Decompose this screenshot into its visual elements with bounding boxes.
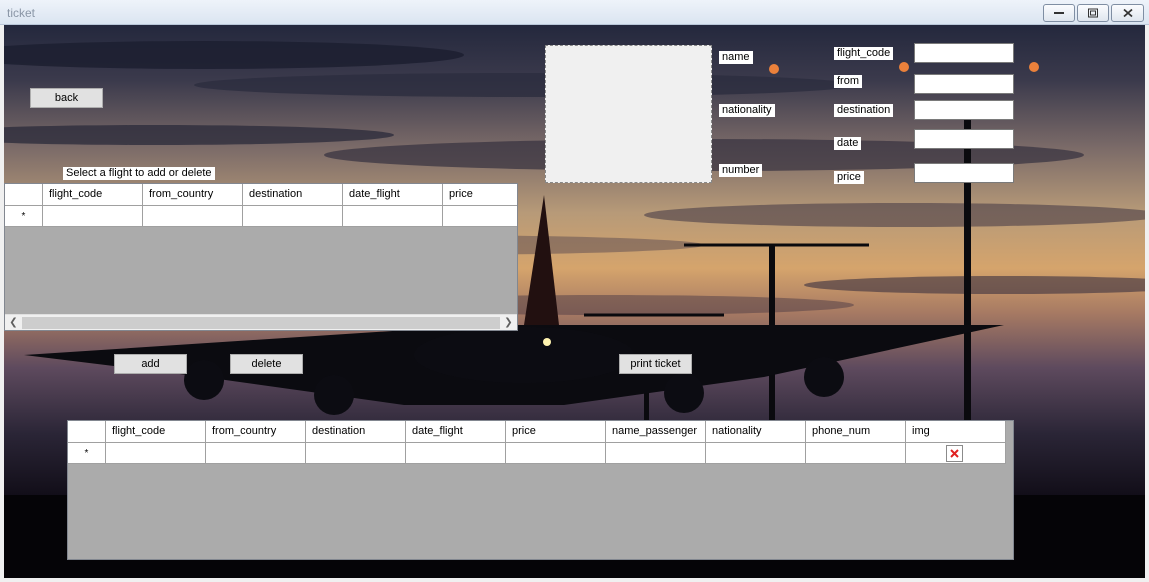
name-label: name [719,51,753,64]
close-icon [1122,8,1133,18]
back-button[interactable]: back [30,88,103,108]
maximize-button[interactable] [1077,4,1109,22]
table-cell[interactable] [706,443,806,464]
price-field[interactable] [914,163,1014,183]
table-row[interactable]: * [68,443,1006,464]
table-cell[interactable] [206,443,306,464]
column-header[interactable]: name_passenger [606,421,706,443]
table-cell[interactable] [406,443,506,464]
column-header[interactable]: nationality [706,421,806,443]
minimize-button[interactable] [1043,4,1075,22]
add-button[interactable]: add [114,354,187,374]
column-header[interactable]: flight_code [106,421,206,443]
column-header[interactable]: flight_code [43,184,143,206]
tickets-grid[interactable]: flight_code from_country destination date_f… [67,420,1014,560]
date-field[interactable] [914,129,1014,149]
broken-image-icon [946,445,963,462]
table-cell[interactable] [243,206,343,227]
table-cell[interactable] [306,443,406,464]
column-header[interactable]: price [443,184,517,206]
column-header[interactable]: destination [306,421,406,443]
column-header[interactable]: date_flight [406,421,506,443]
table-cell[interactable] [443,206,517,227]
flights-grid[interactable]: flight_code from_country destination date_f… [4,183,518,331]
number-label: number [719,164,763,177]
date-label: date [834,137,862,150]
from-field[interactable] [914,74,1014,94]
column-header[interactable]: date_flight [343,184,443,206]
minimize-icon [1054,12,1064,14]
flights-grid-header: flight_code from_country destination date_f… [5,184,517,206]
table-cell[interactable] [906,443,1006,464]
column-header[interactable]: destination [243,184,343,206]
table-cell[interactable] [43,206,143,227]
column-header[interactable]: from_country [143,184,243,206]
client-area: back Select a flight to add or delete fl… [4,25,1145,578]
hint-label: Select a flight to add or delete [63,167,215,180]
column-header[interactable]: price [506,421,606,443]
row-header-corner [68,421,106,443]
new-row-marker: * [5,206,43,226]
table-cell[interactable] [143,206,243,227]
table-row[interactable]: * [5,206,517,227]
column-header[interactable]: from_country [206,421,306,443]
row-header-corner [5,184,43,206]
table-cell[interactable] [506,443,606,464]
table-cell[interactable] [106,443,206,464]
print-ticket-button[interactable]: print ticket [619,354,692,374]
passenger-picture-box[interactable] [545,45,712,183]
table-cell[interactable] [606,443,706,464]
restore-icon [1088,8,1098,18]
nationality-label: nationality [719,104,775,117]
scroll-left-icon[interactable]: ❮ [5,315,22,330]
flight-code-label: flight_code [834,47,894,60]
from-label: from [834,75,862,88]
close-button[interactable] [1111,4,1144,22]
delete-button[interactable]: delete [230,354,303,374]
destination-label: destination [834,104,894,117]
title-bar: ticket [0,0,1149,25]
column-header[interactable]: phone_num [806,421,906,443]
scroll-thumb[interactable] [22,317,500,329]
column-header[interactable]: img [906,421,1006,443]
flights-horizontal-scrollbar[interactable]: ❮ ❯ [5,314,517,330]
price-label: price [834,171,864,184]
tickets-grid-header: flight_code from_country destination date_f… [68,421,1006,443]
scroll-right-icon[interactable]: ❯ [500,315,517,330]
table-cell[interactable] [343,206,443,227]
table-cell[interactable] [806,443,906,464]
flight-code-field[interactable] [914,43,1014,63]
window-title: ticket [7,6,36,20]
destination-field[interactable] [914,100,1014,120]
new-row-marker: * [68,443,106,463]
